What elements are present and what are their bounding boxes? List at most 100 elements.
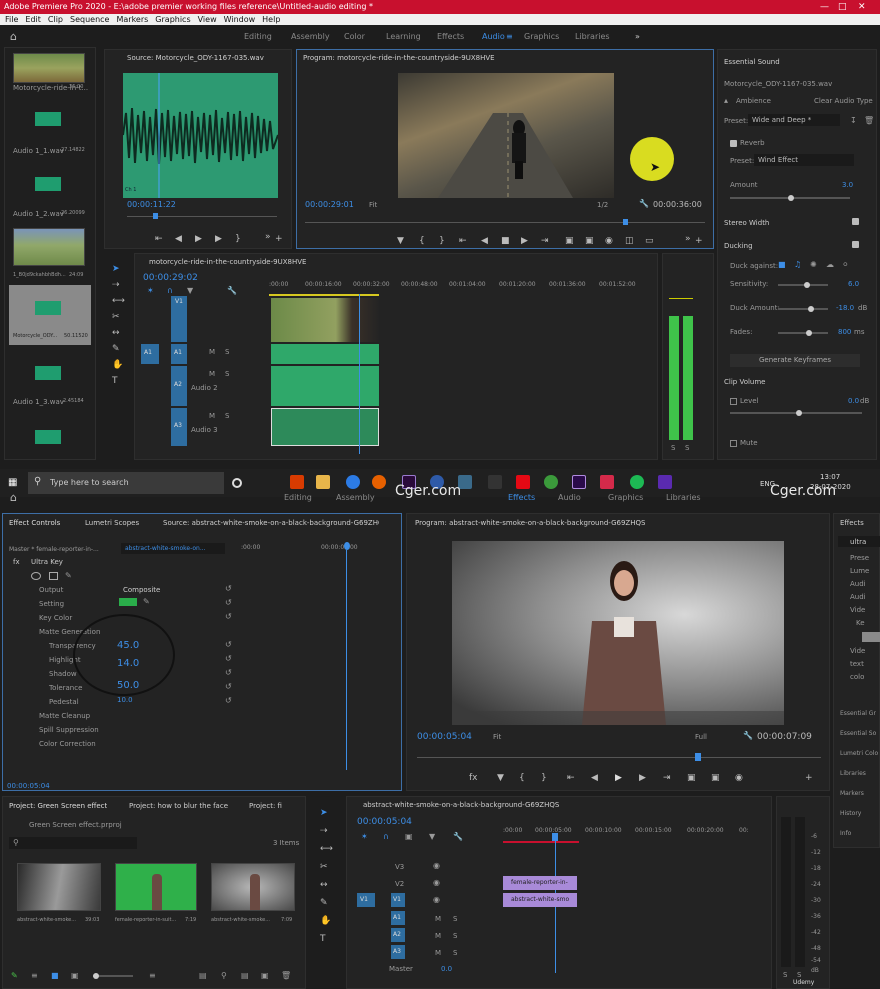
automate-icon[interactable]: ▤ xyxy=(199,971,207,980)
settings-wrench-icon[interactable]: 🔧 xyxy=(227,286,237,295)
audio-file-icon[interactable] xyxy=(35,430,61,444)
wrench-icon[interactable]: 🔧 xyxy=(639,199,649,208)
reset-icon[interactable]: ↺ xyxy=(225,640,232,649)
menu-help[interactable]: Help xyxy=(262,15,280,24)
level-value[interactable]: 0.0 xyxy=(848,397,859,405)
maximize-icon[interactable]: □ xyxy=(838,0,847,14)
pen-icon[interactable]: ✎ xyxy=(11,971,18,980)
mark-out-icon[interactable]: } xyxy=(541,773,547,783)
slip-icon[interactable]: ↔ xyxy=(112,328,120,338)
mute-button[interactable]: M xyxy=(435,949,441,957)
audio-clip-a3[interactable] xyxy=(271,408,379,446)
amount-slider[interactable] xyxy=(730,195,850,201)
panel-history[interactable]: History xyxy=(840,810,861,817)
ws-tab-libraries[interactable]: Libraries xyxy=(666,493,701,502)
clip-abstract-smoke[interactable]: abstract-white-smo xyxy=(503,893,577,907)
menu-clip[interactable]: Clip xyxy=(48,15,63,24)
track-a1-target[interactable]: A1 xyxy=(171,344,187,364)
reset-icon[interactable]: ↺ xyxy=(225,654,232,663)
lift-icon[interactable]: ▣ xyxy=(687,773,696,783)
firefox-icon[interactable] xyxy=(372,475,386,489)
clear-audio-type-button[interactable]: Clear Audio Type xyxy=(814,97,873,105)
cortana-icon[interactable] xyxy=(232,478,242,488)
track-v2-label[interactable]: V2 xyxy=(395,880,404,888)
thumbnail-sequence[interactable] xyxy=(211,863,295,911)
track-select-icon[interactable]: ⇢ xyxy=(112,280,120,290)
language-indicator[interactable]: ENG xyxy=(760,480,775,488)
solo-button[interactable]: S xyxy=(225,370,229,378)
home-icon[interactable]: ⌂ xyxy=(10,30,17,43)
marker-icon[interactable]: ▼ xyxy=(397,236,404,246)
track-v1-target[interactable]: V1 xyxy=(391,893,405,907)
playhead-icon[interactable] xyxy=(153,213,158,219)
audio-clip-a1[interactable] xyxy=(271,344,379,364)
reset-icon[interactable]: ↺ xyxy=(225,668,232,677)
reverb-checkbox[interactable] xyxy=(730,140,737,147)
solo-button[interactable]: S xyxy=(671,444,675,452)
audio-file-icon[interactable] xyxy=(35,177,61,191)
ripple-edit-icon[interactable]: ⟷ xyxy=(320,844,333,854)
track-v1-target[interactable]: V1 xyxy=(171,296,187,342)
file-explorer-icon[interactable] xyxy=(316,475,330,489)
effects-folder[interactable]: Prese xyxy=(850,554,869,562)
effects-folder[interactable]: Vide xyxy=(850,647,865,655)
more-controls-icon[interactable]: » xyxy=(685,234,691,244)
ducking-checkbox[interactable] xyxy=(852,241,859,248)
selection-tool-icon[interactable]: ➤ xyxy=(320,808,328,818)
panel-info[interactable]: Info xyxy=(840,830,851,837)
menu-markers[interactable]: Markers xyxy=(116,15,148,24)
more-chevron-icon[interactable]: » xyxy=(635,32,640,41)
tab-effect-controls[interactable]: Effect Controls xyxy=(9,519,60,527)
camera-icon[interactable]: ◉ xyxy=(605,236,613,246)
eyedropper-icon[interactable]: ✎ xyxy=(143,597,150,606)
sort-icon[interactable]: ≡ xyxy=(149,971,156,980)
menu-lines-icon[interactable]: ≡ xyxy=(506,32,513,41)
panel-libraries[interactable]: Libraries xyxy=(840,770,866,777)
effects-folder[interactable]: colo xyxy=(850,673,864,681)
go-to-out-icon[interactable]: ⇥ xyxy=(663,773,671,783)
playhead-icon[interactable] xyxy=(552,833,558,841)
menu-graphics[interactable]: Graphics xyxy=(155,15,190,24)
frame-forward-icon[interactable]: ▶ xyxy=(521,236,528,246)
home-icon[interactable]: ⌂ xyxy=(10,491,17,504)
program-timecode[interactable]: 00:00:05:04 xyxy=(417,732,472,742)
freeform-view-icon[interactable]: ▣ xyxy=(71,971,79,980)
add-marker-icon[interactable]: ▼ xyxy=(429,832,435,841)
effects-folder[interactable]: Vide xyxy=(850,606,865,614)
ultra-key-effect[interactable] xyxy=(862,632,880,642)
track-a3-target[interactable]: A3 xyxy=(171,408,187,446)
track-a1-target[interactable]: A1 xyxy=(391,911,405,925)
mute-button[interactable]: M xyxy=(209,412,215,420)
linked-selection-icon[interactable]: ∩ xyxy=(167,286,173,295)
settings-wrench-icon[interactable]: 🔧 xyxy=(453,832,463,841)
track-a2-target[interactable]: A2 xyxy=(391,928,405,942)
music-icon[interactable]: ♫ xyxy=(794,260,801,269)
play-icon[interactable]: ▶ xyxy=(615,773,622,783)
ws-tab-learning[interactable]: Learning xyxy=(386,32,421,41)
add-button-icon[interactable]: + xyxy=(275,234,283,244)
menu-window[interactable]: Window xyxy=(224,15,256,24)
camera-icon[interactable]: ◉ xyxy=(735,773,743,783)
playhead-icon[interactable] xyxy=(344,542,350,550)
generate-keyframes-button[interactable]: Generate Keyframes xyxy=(730,354,860,367)
mute-button[interactable]: M xyxy=(435,915,441,923)
source-v1-patch[interactable]: V1 xyxy=(357,893,375,907)
tab-project-fi[interactable]: Project: fi xyxy=(249,802,282,810)
ambience-icon[interactable]: ☁ xyxy=(826,260,834,269)
rectangle-mask-icon[interactable] xyxy=(49,572,58,580)
video-clip[interactable] xyxy=(271,298,379,342)
level-slider[interactable] xyxy=(730,410,862,416)
tab-lumetri-scopes[interactable]: Lumetri Scopes xyxy=(85,519,139,527)
effects-folder[interactable]: Ke xyxy=(856,619,865,627)
fx-toggle-icon[interactable]: fx xyxy=(469,773,478,783)
close-icon[interactable]: ✕ xyxy=(858,0,866,14)
razor-icon[interactable]: ✂ xyxy=(112,312,120,322)
list-view-icon[interactable]: ≡ xyxy=(31,971,38,980)
frame-back-icon[interactable]: ◀ xyxy=(591,773,598,783)
frame-forward-icon[interactable]: ▶ xyxy=(639,773,646,783)
eye-icon[interactable]: ◉ xyxy=(433,861,440,870)
new-item-icon[interactable]: ▣ xyxy=(261,971,269,980)
effects-folder[interactable]: Audi xyxy=(850,580,866,588)
stop-icon[interactable]: ■ xyxy=(501,236,510,246)
ws-tab-color[interactable]: Color xyxy=(344,32,365,41)
